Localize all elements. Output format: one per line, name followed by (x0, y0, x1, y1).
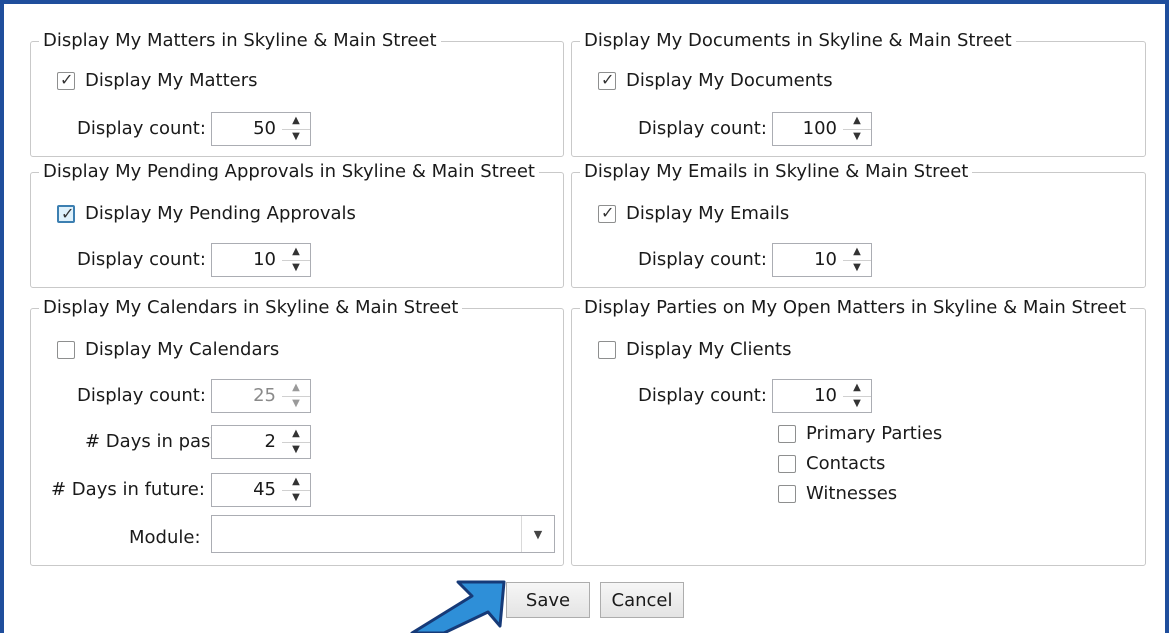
days-in-future-label: # Days in future: (51, 479, 205, 500)
spin-up-icon[interactable]: ▲ (282, 474, 310, 490)
cancel-button[interactable]: Cancel (600, 582, 684, 618)
checkbox-box[interactable]: ✓ (598, 202, 616, 223)
spin-down-icon[interactable]: ▼ (843, 128, 871, 146)
spin-up-icon[interactable]: ▲ (843, 380, 871, 396)
checkbox-label: Witnesses (806, 483, 898, 504)
save-button[interactable]: Save (506, 582, 590, 618)
stepper-value[interactable]: 10 (773, 244, 843, 276)
checkbox-box[interactable] (598, 340, 616, 359)
documents-group: Display My Documents in Skyline & Main S… (571, 28, 1146, 157)
display-count-label: Display count: (77, 118, 206, 139)
window-border-left (0, 0, 4, 633)
window-border-right (1165, 0, 1169, 633)
spin-down-icon[interactable]: ▼ (282, 489, 310, 507)
emails-display-count-stepper[interactable]: 10 ▲ ▼ (772, 243, 872, 277)
checkmark-icon: ✓ (61, 203, 75, 223)
display-my-pending-approvals-checkbox[interactable]: ✓ Display My Pending Approvals (57, 203, 356, 224)
spin-up-icon[interactable]: ▲ (843, 244, 871, 260)
stepper-value[interactable]: 100 (773, 113, 843, 145)
checkbox-label: Display My Calendars (85, 339, 280, 360)
stepper-value[interactable]: 25 (212, 380, 282, 412)
calendars-group: Display My Calendars in Skyline & Main S… (30, 295, 564, 566)
checkbox-box[interactable] (57, 340, 75, 359)
parties-group-title: Display Parties on My Open Matters in Sk… (580, 295, 1131, 321)
checkbox-label: Display My Matters (85, 70, 258, 91)
spin-up-icon[interactable]: ▲ (282, 244, 310, 260)
stepper-value[interactable]: 2 (212, 426, 282, 458)
checkbox-box[interactable] (778, 424, 796, 443)
window-border-top (0, 0, 1169, 4)
spin-up-icon[interactable]: ▲ (282, 113, 310, 129)
matters-group: Display My Matters in Skyline & Main Str… (30, 28, 564, 157)
primary-parties-checkbox[interactable]: Primary Parties (778, 423, 942, 444)
calendars-group-title: Display My Calendars in Skyline & Main S… (39, 295, 463, 321)
contacts-checkbox[interactable]: Contacts (778, 453, 885, 474)
display-my-clients-checkbox[interactable]: Display My Clients (598, 339, 791, 360)
stepper-value[interactable]: 50 (212, 113, 282, 145)
module-dropdown[interactable]: ▼ (211, 515, 555, 553)
dropdown-arrow-icon[interactable]: ▼ (521, 516, 554, 552)
stepper-value[interactable]: 45 (212, 474, 282, 506)
checkbox-label: Display My Emails (626, 203, 790, 224)
checkmark-icon: ✓ (60, 69, 74, 89)
spin-down-icon[interactable]: ▼ (282, 395, 310, 413)
checkbox-label: Display My Clients (626, 339, 792, 360)
display-my-matters-checkbox[interactable]: ✓ Display My Matters (57, 70, 258, 91)
display-count-label: Display count: (77, 385, 206, 406)
display-count-label: Display count: (638, 118, 767, 139)
checkbox-box[interactable]: ✓ (57, 203, 75, 223)
checkbox-box[interactable] (778, 484, 796, 503)
checkbox-label: Display My Documents (626, 70, 833, 91)
parties-group: Display Parties on My Open Matters in Sk… (571, 295, 1146, 566)
parties-display-count-stepper[interactable]: 10 ▲ ▼ (772, 379, 872, 413)
stepper-value[interactable]: 10 (212, 244, 282, 276)
emails-group: Display My Emails in Skyline & Main Stre… (571, 159, 1146, 288)
spin-up-icon[interactable]: ▲ (282, 380, 310, 396)
checkbox-box[interactable] (778, 454, 796, 473)
checkbox-label: Display My Pending Approvals (85, 203, 356, 224)
matters-group-title: Display My Matters in Skyline & Main Str… (39, 28, 441, 54)
matters-display-count-stepper[interactable]: 50 ▲ ▼ (211, 112, 311, 146)
days-in-past-label: # Days in past: (85, 431, 224, 452)
display-my-emails-checkbox[interactable]: ✓ Display My Emails (598, 203, 789, 224)
emails-group-title: Display My Emails in Skyline & Main Stre… (580, 159, 973, 185)
documents-group-title: Display My Documents in Skyline & Main S… (580, 28, 1016, 54)
spin-down-icon[interactable]: ▼ (843, 259, 871, 277)
pending-approvals-group: Display My Pending Approvals in Skyline … (30, 159, 564, 288)
spin-down-icon[interactable]: ▼ (282, 259, 310, 277)
display-my-calendars-checkbox[interactable]: Display My Calendars (57, 339, 279, 360)
spin-down-icon[interactable]: ▼ (282, 441, 310, 459)
approvals-display-count-stepper[interactable]: 10 ▲ ▼ (211, 243, 311, 277)
checkmark-icon: ✓ (601, 69, 615, 89)
display-count-label: Display count: (638, 249, 767, 270)
spin-down-icon[interactable]: ▼ (282, 128, 310, 146)
display-count-label: Display count: (77, 249, 206, 270)
checkbox-box[interactable]: ✓ (598, 69, 616, 90)
stepper-value[interactable]: 10 (773, 380, 843, 412)
approvals-group-title: Display My Pending Approvals in Skyline … (39, 159, 539, 185)
callout-arrow-icon (410, 580, 506, 633)
spin-up-icon[interactable]: ▲ (843, 113, 871, 129)
checkmark-icon: ✓ (601, 202, 615, 222)
display-my-documents-checkbox[interactable]: ✓ Display My Documents (598, 70, 833, 91)
display-count-label: Display count: (638, 385, 767, 406)
days-in-future-stepper[interactable]: 45 ▲ ▼ (211, 473, 311, 507)
days-in-past-stepper[interactable]: 2 ▲ ▼ (211, 425, 311, 459)
checkbox-label: Primary Parties (806, 423, 943, 444)
calendars-display-count-stepper[interactable]: 25 ▲ ▼ (211, 379, 311, 413)
checkbox-box[interactable]: ✓ (57, 69, 75, 90)
module-label: Module: (129, 527, 201, 548)
spin-up-icon[interactable]: ▲ (282, 426, 310, 442)
checkbox-label: Contacts (806, 453, 886, 474)
spin-down-icon[interactable]: ▼ (843, 395, 871, 413)
documents-display-count-stepper[interactable]: 100 ▲ ▼ (772, 112, 872, 146)
witnesses-checkbox[interactable]: Witnesses (778, 483, 897, 504)
